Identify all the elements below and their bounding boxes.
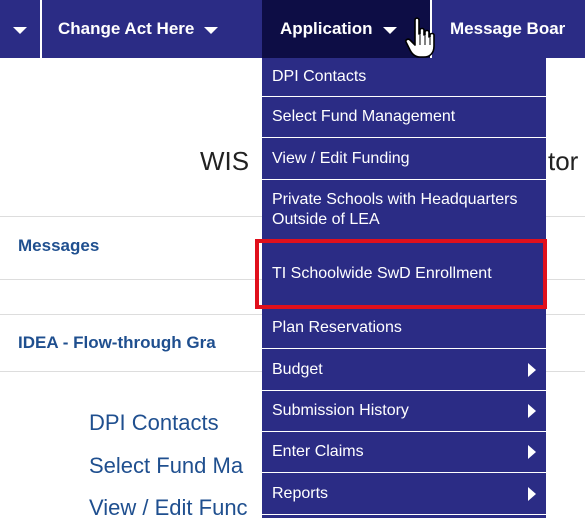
menu-item-dpi-contacts[interactable]: DPI Contacts <box>262 58 546 97</box>
menu-item-budget[interactable]: Budget <box>262 349 546 391</box>
menu-item-label: TI Schoolwide SwD Enrollment <box>272 264 492 282</box>
nav-item-menu[interactable] <box>0 0 40 58</box>
menu-item-label: View / Edit Funding <box>272 149 410 167</box>
link-dpi-contacts[interactable]: DPI Contacts <box>89 410 219 436</box>
page-heading-tail: tor <box>548 146 579 176</box>
menu-item-label: Reports <box>272 484 329 502</box>
menu-item-ti-schoolwide-swd-enrollment[interactable]: TI Schoolwide SwD Enrollment <box>262 241 546 307</box>
caret-right-icon <box>528 404 536 418</box>
menu-item-label: Enter Claims <box>272 443 364 460</box>
menu-item-label: Select Fund Management <box>272 108 456 125</box>
menu-item-label: Budget <box>272 360 323 378</box>
menu-item-label: Plan Reservations <box>272 318 402 336</box>
caret-right-icon <box>528 362 536 377</box>
link-view-edit-funding[interactable]: View / Edit Func <box>89 495 248 521</box>
page-heading: WIS <box>200 146 250 176</box>
menu-item-submission-history[interactable]: Submission History <box>262 391 546 432</box>
nav-item-application-label: Application <box>280 19 373 38</box>
menu-item-label: DPI Contacts <box>272 68 367 85</box>
menu-item-enter-claims[interactable]: Enter Claims <box>262 432 546 473</box>
menu-item-select-fund-management[interactable]: Select Fund Management <box>262 97 546 138</box>
link-select-fund-management[interactable]: Select Fund Ma <box>89 453 243 479</box>
menu-item-reports[interactable]: Reports <box>262 473 546 515</box>
nav-item-message-board-label: Message Boar <box>450 19 566 38</box>
menu-item-private-schools[interactable]: Private Schools with Headquarters Outsid… <box>262 180 546 241</box>
menu-item-label: Private Schools with Headquarters Outsid… <box>272 191 518 228</box>
nav-item-change-act[interactable]: Change Act Here <box>42 0 262 58</box>
caret-right-icon <box>528 486 536 501</box>
menu-item-view-edit-funding[interactable]: View / Edit Funding <box>262 138 546 180</box>
nav-item-change-act-label: Change Act Here <box>58 19 195 38</box>
menu-item-plan-reservations[interactable]: Plan Reservations <box>262 307 546 349</box>
top-nav-bar: Change Act Here Application Message Boar <box>0 0 585 58</box>
nav-item-message-board[interactable]: Message Boar <box>432 0 585 58</box>
application-dropdown-menu: DPI Contacts Select Fund Management View… <box>262 58 546 518</box>
caret-down-icon <box>204 27 219 34</box>
caret-down-icon <box>13 27 27 34</box>
caret-down-icon <box>382 27 397 34</box>
caret-right-icon <box>528 445 536 459</box>
section-title-messages[interactable]: Messages <box>18 236 99 256</box>
section-title-idea[interactable]: IDEA - Flow-through Gra <box>18 333 216 353</box>
hand-pointer-icon <box>405 17 435 58</box>
menu-item-label: Submission History <box>272 402 409 419</box>
